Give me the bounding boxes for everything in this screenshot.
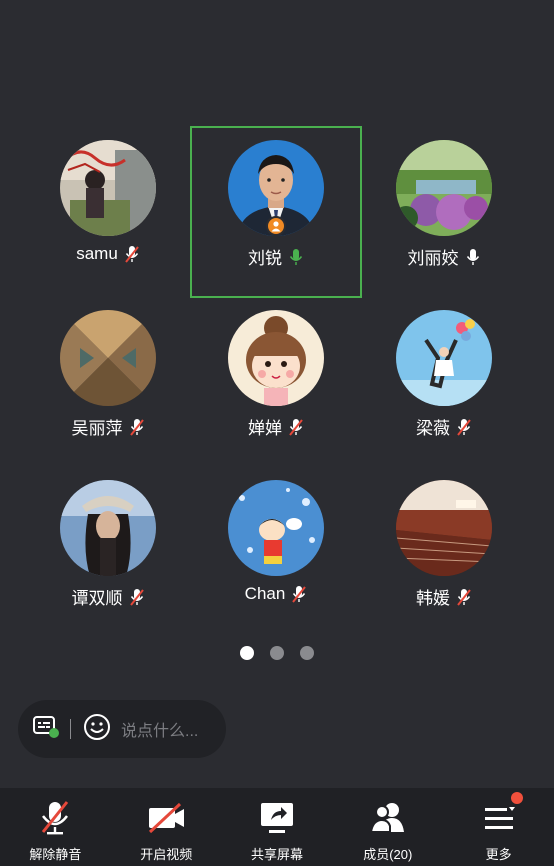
participant-tile-4[interactable]: 吴丽萍 bbox=[22, 296, 194, 468]
participant-tile-3[interactable]: 刘丽姣 bbox=[358, 126, 530, 298]
participant-tile-1[interactable]: samu bbox=[22, 126, 194, 298]
mic-muted-icon bbox=[35, 800, 75, 836]
mic-muted-icon bbox=[129, 417, 145, 437]
more-button[interactable]: 更多 bbox=[443, 788, 554, 866]
avatar bbox=[228, 480, 324, 576]
mic-muted-icon bbox=[124, 244, 140, 264]
participant-name: 刘锐 bbox=[248, 249, 282, 268]
emoji-icon[interactable] bbox=[83, 713, 111, 746]
members-label: 成员(20) bbox=[363, 847, 413, 862]
caption-icon[interactable] bbox=[32, 715, 60, 744]
participant-name: 婵婵 bbox=[248, 419, 282, 438]
divider bbox=[70, 719, 71, 739]
mic-muted-icon bbox=[129, 587, 145, 607]
page-dot-3[interactable] bbox=[300, 646, 314, 660]
participant-name: samu bbox=[76, 244, 118, 263]
participant-name: 刘丽姣 bbox=[407, 249, 459, 268]
avatar bbox=[396, 140, 492, 236]
start-video-label: 开启视频 bbox=[140, 847, 193, 862]
host-icon bbox=[266, 216, 286, 236]
participant-name: 谭双顺 bbox=[71, 589, 123, 608]
mic-muted-icon bbox=[291, 584, 307, 604]
video-off-icon bbox=[146, 800, 186, 836]
menu-icon bbox=[479, 800, 519, 836]
page-indicator[interactable] bbox=[0, 646, 554, 660]
participant-name: Chan bbox=[244, 584, 286, 603]
mic-on-icon bbox=[465, 247, 481, 267]
members-button[interactable]: 成员(20) bbox=[332, 788, 443, 866]
avatar bbox=[396, 480, 492, 576]
bottom-toolbar: 解除静音 开启视频 共享屏幕 成员(20) 更多 bbox=[0, 788, 554, 866]
mic-speaking-icon bbox=[288, 247, 304, 267]
chat-input-bar[interactable]: 说点什么... bbox=[18, 700, 226, 758]
share-screen-label: 共享屏幕 bbox=[250, 847, 303, 862]
unmute-button[interactable]: 解除静音 bbox=[0, 788, 111, 866]
avatar bbox=[396, 310, 492, 406]
more-label: 更多 bbox=[485, 847, 512, 862]
chat-placeholder[interactable]: 说点什么... bbox=[121, 717, 198, 741]
participant-tile-2[interactable]: 刘锐 bbox=[190, 126, 362, 298]
participant-tile-5[interactable]: 婵婵 bbox=[190, 296, 362, 468]
members-icon bbox=[368, 800, 408, 836]
notification-dot bbox=[511, 792, 524, 804]
participant-tile-6[interactable]: 梁薇 bbox=[358, 296, 530, 468]
avatar bbox=[60, 310, 156, 406]
participant-tile-8[interactable]: Chan bbox=[190, 466, 362, 638]
avatar bbox=[60, 480, 156, 576]
share-screen-icon bbox=[257, 800, 297, 836]
mic-muted-icon bbox=[288, 417, 304, 437]
participant-name: 吴丽萍 bbox=[71, 419, 123, 438]
page-dot-1[interactable] bbox=[240, 646, 254, 660]
participant-name: 韩媛 bbox=[416, 589, 450, 608]
avatar bbox=[228, 310, 324, 406]
unmute-label: 解除静音 bbox=[29, 847, 82, 862]
mic-muted-icon bbox=[456, 417, 472, 437]
mic-muted-icon bbox=[456, 587, 472, 607]
avatar bbox=[60, 140, 156, 236]
start-video-button[interactable]: 开启视频 bbox=[111, 788, 222, 866]
participant-tile-9[interactable]: 韩媛 bbox=[358, 466, 530, 638]
participant-tile-7[interactable]: 谭双顺 bbox=[22, 466, 194, 638]
page-dot-2[interactable] bbox=[270, 646, 284, 660]
share-screen-button[interactable]: 共享屏幕 bbox=[222, 788, 333, 866]
participant-name: 梁薇 bbox=[416, 419, 450, 438]
